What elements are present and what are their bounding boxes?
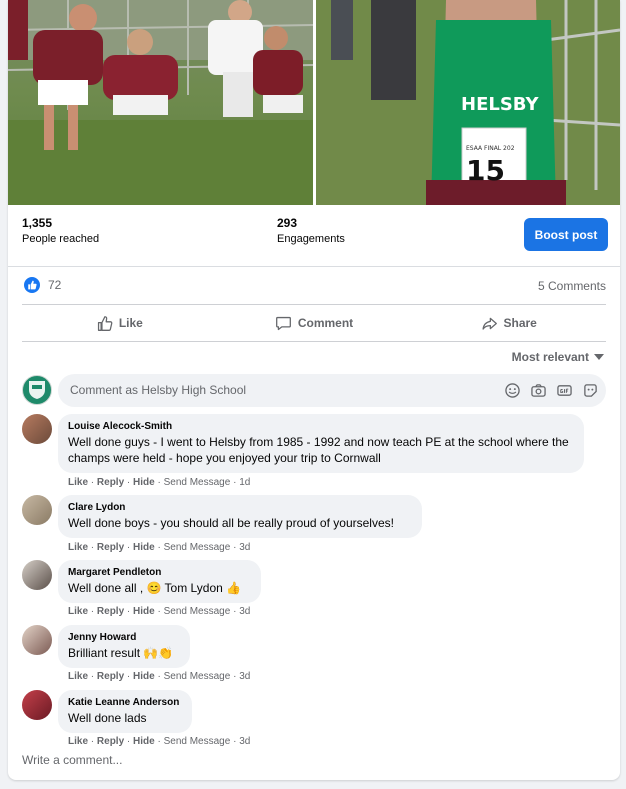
comment-author[interactable]: Margaret Pendleton — [68, 567, 249, 578]
avatar[interactable] — [22, 495, 52, 525]
engagements-label: Engagements — [277, 233, 345, 245]
comment-hide-link[interactable]: Hide — [133, 671, 155, 682]
people-reached[interactable]: 1,355 People reached — [22, 216, 99, 245]
thumbs-up-icon — [97, 315, 113, 331]
sticker-icon[interactable] — [582, 382, 598, 398]
comment-like-link[interactable]: Like — [68, 606, 88, 617]
comment-input[interactable]: Comment as Helsby High School — [58, 374, 606, 407]
post-actions: Like Comment Share — [22, 306, 606, 340]
comment-author[interactable]: Jenny Howard — [68, 632, 178, 643]
comment-composer: Comment as Helsby High School — [22, 374, 606, 408]
composer-tools — [504, 382, 598, 398]
bib-number: 15 — [466, 154, 505, 187]
comment-text: Well done boys - you should all be reall… — [68, 516, 394, 530]
like-reaction-icon — [24, 277, 40, 293]
comment-bubble: Clare Lydon Well done boys - you should … — [58, 495, 422, 538]
divider — [22, 304, 606, 305]
share-button[interactable]: Share — [411, 306, 606, 340]
comment-reply-link[interactable]: Reply — [97, 671, 124, 682]
send-message-link[interactable]: Send Message — [164, 542, 231, 553]
send-message-link[interactable]: Send Message — [164, 606, 231, 617]
comment-reply-link[interactable]: Reply — [97, 606, 124, 617]
comment-bubble: Louise Alecock-Smith Well done guys - I … — [58, 414, 584, 473]
share-button-label: Share — [503, 316, 537, 330]
avatar[interactable] — [22, 414, 52, 444]
comment-count-link[interactable]: 5 Comments — [538, 279, 606, 293]
share-icon — [481, 317, 497, 330]
reaction-count: 72 — [48, 278, 62, 292]
comment-bubble: Margaret Pendleton Well done all , 😊 Tom… — [58, 560, 261, 603]
write-comment-link[interactable]: Write a comment... — [22, 753, 122, 767]
comment-like-link[interactable]: Like — [68, 542, 88, 553]
avatar[interactable] — [22, 625, 52, 655]
comment-text: Brilliant result 🙌👏 — [68, 646, 174, 660]
shirt-text: HELSBY — [461, 94, 540, 115]
comment-bubble: Jenny Howard Brilliant result 🙌👏 — [58, 625, 190, 668]
comment-author[interactable]: Clare Lydon — [68, 502, 410, 513]
boost-post-button[interactable]: Boost post — [524, 218, 608, 251]
gif-icon[interactable] — [556, 382, 572, 398]
comment-time[interactable]: 3d — [239, 606, 250, 617]
people-reached-label: People reached — [22, 233, 100, 245]
comment-button[interactable]: Comment — [217, 306, 412, 340]
photo-runner[interactable]: HELSBY ESAA FINAL 202 15 — [316, 0, 620, 205]
comment-time[interactable]: 1d — [239, 477, 250, 488]
comment-hide-link[interactable]: Hide — [133, 606, 155, 617]
post-insights: 1,355 People reached 293 Engagements Boo… — [22, 216, 608, 256]
send-message-link[interactable]: Send Message — [164, 736, 231, 747]
divider — [8, 266, 620, 267]
like-button[interactable]: Like — [22, 306, 217, 340]
avatar[interactable] — [22, 690, 52, 720]
comment-meta: Like · Reply · Hide · Send Message · 3d — [68, 736, 251, 747]
post-photos[interactable]: HELSBY ESAA FINAL 202 15 — [8, 0, 620, 205]
comment-reply-link[interactable]: Reply — [97, 542, 124, 553]
send-message-link[interactable]: Send Message — [164, 671, 231, 682]
comment-meta: Like · Reply · Hide · Send Message · 3d — [68, 606, 251, 617]
engagements[interactable]: 293 Engagements — [277, 216, 345, 245]
emoji-icon[interactable] — [504, 382, 520, 398]
comment-time[interactable]: 3d — [239, 736, 250, 747]
comment-author[interactable]: Louise Alecock-Smith — [68, 421, 572, 432]
comment-sort-label: Most relevant — [511, 350, 589, 364]
comment-like-link[interactable]: Like — [68, 477, 88, 488]
avatar[interactable] — [22, 560, 52, 590]
comment-time[interactable]: 3d — [239, 542, 250, 553]
page-avatar[interactable] — [22, 375, 52, 405]
comment-reply-link[interactable]: Reply — [97, 736, 124, 747]
comment-sort-dropdown[interactable]: Most relevant — [512, 350, 604, 364]
comment-hide-link[interactable]: Hide — [133, 736, 155, 747]
people-reached-value: 1,355 — [22, 216, 53, 230]
comment-hide-link[interactable]: Hide — [133, 477, 155, 488]
caret-down-icon — [594, 354, 604, 360]
divider — [22, 341, 606, 342]
engagements-value: 293 — [277, 216, 298, 230]
comment-time[interactable]: 3d — [239, 671, 250, 682]
comment-reply-link[interactable]: Reply — [97, 477, 124, 488]
photo-team[interactable] — [8, 0, 313, 205]
comment-hide-link[interactable]: Hide — [133, 542, 155, 553]
comment-meta: Like · Reply · Hide · Send Message · 3d — [68, 671, 251, 682]
comment-like-link[interactable]: Like — [68, 671, 88, 682]
bib-top-text: ESAA FINAL 202 — [466, 145, 515, 152]
post-card: HELSBY ESAA FINAL 202 15 1,355 People re… — [8, 0, 620, 780]
comment-bubble: Katie Leanne Anderson Well done lads — [58, 690, 192, 733]
camera-icon[interactable] — [530, 382, 546, 398]
comment-meta: Like · Reply · Hide · Send Message · 3d — [68, 542, 251, 553]
send-message-link[interactable]: Send Message — [164, 477, 231, 488]
comment-meta: Like · Reply · Hide · Send Message · 1d — [68, 477, 251, 488]
comment-icon — [275, 316, 291, 330]
comment-text: Well done lads — [68, 711, 147, 725]
comment-author[interactable]: Katie Leanne Anderson — [68, 697, 180, 708]
reaction-summary[interactable]: 72 — [24, 277, 61, 293]
comment-text: Well done guys - I went to Helsby from 1… — [68, 435, 569, 465]
like-button-label: Like — [118, 316, 143, 330]
comment-text: Well done all , 😊 Tom Lydon 👍 — [68, 581, 242, 595]
comment-input-placeholder: Comment as Helsby High School — [70, 383, 247, 397]
comment-like-link[interactable]: Like — [68, 736, 88, 747]
comment-button-label: Comment — [297, 316, 354, 330]
